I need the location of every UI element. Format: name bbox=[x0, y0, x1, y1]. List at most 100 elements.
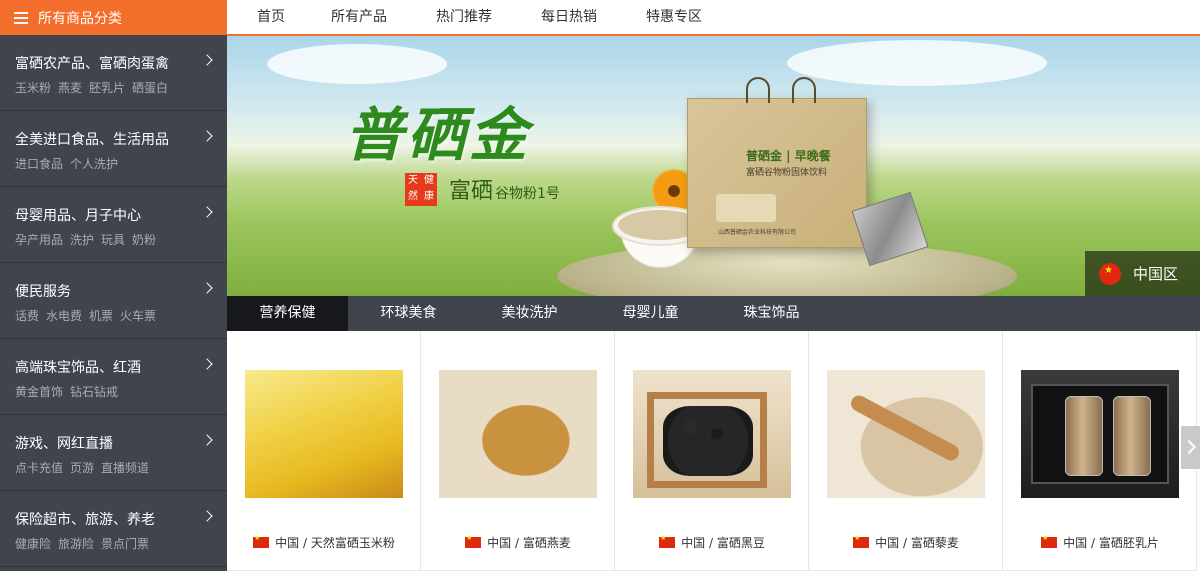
banner-brand-title: 普硒金 bbox=[345, 101, 532, 169]
subcategory-link[interactable]: 黄金首饰 bbox=[15, 385, 63, 399]
subcategory-link[interactable]: 奶粉 bbox=[132, 233, 156, 247]
sidebar-category-title: 保险超市、旅游、养老 bbox=[15, 512, 155, 528]
subcategory-link[interactable]: 景点门票 bbox=[101, 537, 149, 551]
all-categories-header[interactable]: 所有商品分类 bbox=[0, 0, 227, 35]
china-flag-icon bbox=[1099, 262, 1121, 285]
chevron-right-icon bbox=[201, 206, 213, 218]
china-flag-icon bbox=[465, 534, 482, 548]
sidebar-subcategories: 进口食品 个人洗护 bbox=[15, 155, 125, 172]
subcategory-link[interactable]: 钻石钻戒 bbox=[70, 385, 118, 399]
badge-char: 健 bbox=[424, 175, 434, 186]
product-caption: 中国 / 富硒黑豆 bbox=[615, 534, 809, 551]
bag-product-text: 富硒谷物粉固体饮料 bbox=[746, 168, 828, 178]
tab-beauty[interactable]: 美妆洗护 bbox=[469, 296, 590, 331]
nav-home[interactable]: 首页 bbox=[257, 0, 285, 34]
china-flag-icon bbox=[853, 534, 870, 548]
subcategory-link[interactable]: 玩具 bbox=[101, 233, 125, 247]
category-tabs: 营养保健 环球美食 美妆洗护 母婴儿童 珠宝饰品 bbox=[227, 296, 1200, 337]
chevron-right-icon bbox=[201, 130, 213, 142]
product-card[interactable]: 中国 / 天然富硒玉米粉 bbox=[227, 331, 421, 571]
product-card[interactable]: 中国 / 富硒胚乳片 bbox=[1003, 331, 1197, 571]
subcategory-link[interactable]: 直播频道 bbox=[101, 461, 149, 475]
sidebar-category-services[interactable]: 便民服务 话费 水电费 机票 火车票 bbox=[0, 263, 227, 339]
sidebar-category-title: 全美进口食品、生活用品 bbox=[15, 132, 169, 148]
subcategory-link[interactable]: 点卡充值 bbox=[15, 461, 63, 475]
nav-hot-recommend[interactable]: 热门推荐 bbox=[436, 0, 492, 34]
sidebar-category-jewelry[interactable]: 高端珠宝饰品、红酒 黄金首饰 钻石钻戒 bbox=[0, 339, 227, 415]
badge-char: 天 bbox=[408, 175, 418, 186]
china-flag-icon bbox=[253, 534, 270, 548]
subcategory-link[interactable]: 个人洗护 bbox=[70, 157, 118, 171]
nav-special-offers[interactable]: 特惠专区 bbox=[646, 0, 702, 34]
china-flag-icon bbox=[659, 534, 676, 548]
promo-banner[interactable]: 普硒金 天 健 然 康 富硒 谷物粉1号 普硒金 | 早晚餐 富硒谷物粉固体饮料 … bbox=[227, 36, 1200, 296]
menu-icon bbox=[14, 11, 28, 24]
chevron-right-icon bbox=[201, 358, 213, 370]
tab-jewelry[interactable]: 珠宝饰品 bbox=[711, 296, 832, 331]
chevron-right-icon bbox=[201, 434, 213, 446]
subcategory-link[interactable]: 话费 bbox=[15, 309, 39, 323]
chevron-right-icon bbox=[201, 510, 213, 522]
sidebar-category-insurance[interactable]: 保险超市、旅游、养老 健康险 旅游险 景点门票 bbox=[0, 491, 227, 567]
product-name: 富硒胚乳片 bbox=[1098, 536, 1159, 550]
product-caption: 中国 / 富硒胚乳片 bbox=[1003, 534, 1197, 551]
subcategory-link[interactable]: 进口食品 bbox=[15, 157, 63, 171]
product-country: 中国 bbox=[875, 536, 900, 550]
sidebar-category-imported[interactable]: 全美进口食品、生活用品 进口食品 个人洗护 bbox=[0, 111, 227, 187]
tab-global-food[interactable]: 环球美食 bbox=[348, 296, 469, 331]
subcategory-link[interactable]: 火车票 bbox=[120, 309, 156, 323]
subcategory-link[interactable]: 胚乳片 bbox=[89, 81, 125, 95]
subcategory-link[interactable]: 健康险 bbox=[15, 537, 51, 551]
sidebar-category-title: 高端珠宝饰品、红酒 bbox=[15, 360, 141, 376]
subcategory-link[interactable]: 玉米粉 bbox=[15, 81, 51, 95]
sidebar-subcategories: 孕产用品 洗护 玩具 奶粉 bbox=[15, 231, 163, 248]
product-name: 富硒燕麦 bbox=[522, 536, 571, 550]
slogan-main: 富硒 bbox=[449, 179, 494, 204]
natural-health-badge: 天 健 然 康 bbox=[405, 173, 437, 206]
sidebar-subcategories: 玉米粉 燕麦 胚乳片 硒蛋白 bbox=[15, 79, 175, 96]
all-categories-label: 所有商品分类 bbox=[38, 10, 122, 27]
sidebar-category-selenium-agri[interactable]: 富硒农产品、富硒肉蛋禽 玉米粉 燕麦 胚乳片 硒蛋白 bbox=[0, 35, 227, 111]
sidebar-category-maternity[interactable]: 母婴用品、月子中心 孕产用品 洗护 玩具 奶粉 bbox=[0, 187, 227, 263]
banner-slogan: 富硒 谷物粉1号 bbox=[449, 173, 560, 205]
region-selector[interactable]: 中国区 bbox=[1085, 251, 1200, 296]
sidebar-subcategories: 话费 水电费 机票 火车票 bbox=[15, 307, 163, 324]
product-card[interactable]: 中国 / 富硒黑豆 bbox=[615, 331, 809, 571]
sidebar-category-title: 便民服务 bbox=[15, 284, 71, 300]
nav-all-products[interactable]: 所有产品 bbox=[331, 0, 387, 34]
product-country: 中国 bbox=[1063, 536, 1088, 550]
corn-flour-image bbox=[245, 370, 403, 498]
sidebar-subcategories: 黄金首饰 钻石钻戒 bbox=[15, 383, 125, 400]
product-card[interactable]: 中国 / 富硒燕麦 bbox=[421, 331, 615, 571]
tab-mother-baby[interactable]: 母婴儿童 bbox=[590, 296, 711, 331]
product-country: 中国 bbox=[275, 536, 300, 550]
product-caption: 中国 / 天然富硒玉米粉 bbox=[227, 534, 421, 551]
subcategory-link[interactable]: 硒蛋白 bbox=[132, 81, 168, 95]
sidebar-category-games[interactable]: 游戏、网红直播 点卡充值 页游 直播频道 bbox=[0, 415, 227, 491]
product-caption: 中国 / 富硒藜麦 bbox=[809, 534, 1003, 551]
subcategory-link[interactable]: 洗护 bbox=[70, 233, 94, 247]
product-card[interactable]: 中国 / 富硒藜麦 bbox=[809, 331, 1003, 571]
subcategory-link[interactable]: 孕产用品 bbox=[15, 233, 63, 247]
subcategory-link[interactable]: 机票 bbox=[89, 309, 113, 323]
subcategory-link[interactable]: 水电费 bbox=[46, 309, 82, 323]
china-flag-icon bbox=[1041, 534, 1058, 548]
product-grid: 中国 / 天然富硒玉米粉 中国 / 富硒燕麦 中国 / 富硒黑豆 中国 / 富硒… bbox=[227, 331, 1200, 571]
category-sidebar: 富硒农产品、富硒肉蛋禽 玉米粉 燕麦 胚乳片 硒蛋白 全美进口食品、生活用品 进口食品… bbox=[0, 35, 227, 571]
badge-char: 康 bbox=[424, 191, 434, 202]
subcategory-link[interactable]: 燕麦 bbox=[58, 81, 82, 95]
product-name: 富硒黑豆 bbox=[716, 536, 765, 550]
subcategory-link[interactable]: 页游 bbox=[70, 461, 94, 475]
product-caption: 中国 / 富硒燕麦 bbox=[421, 534, 615, 551]
bag-company-text: 山西普硒金农业科技有限公司 bbox=[718, 229, 797, 236]
subcategory-link[interactable]: 旅游险 bbox=[58, 537, 94, 551]
next-arrow-button[interactable] bbox=[1181, 426, 1200, 469]
product-name: 天然富硒玉米粉 bbox=[310, 536, 395, 550]
nav-daily-bestsellers[interactable]: 每日热销 bbox=[541, 0, 597, 34]
tab-nutrition[interactable]: 营养保健 bbox=[227, 296, 348, 337]
sidebar-subcategories: 健康险 旅游险 景点门票 bbox=[15, 535, 156, 552]
product-gift-bag-image: 普硒金 | 早晚餐 富硒谷物粉固体饮料 山西普硒金农业科技有限公司 bbox=[687, 77, 867, 248]
sidebar-category-title: 母婴用品、月子中心 bbox=[15, 208, 141, 224]
chevron-right-icon bbox=[201, 54, 213, 66]
product-country: 中国 bbox=[487, 536, 512, 550]
